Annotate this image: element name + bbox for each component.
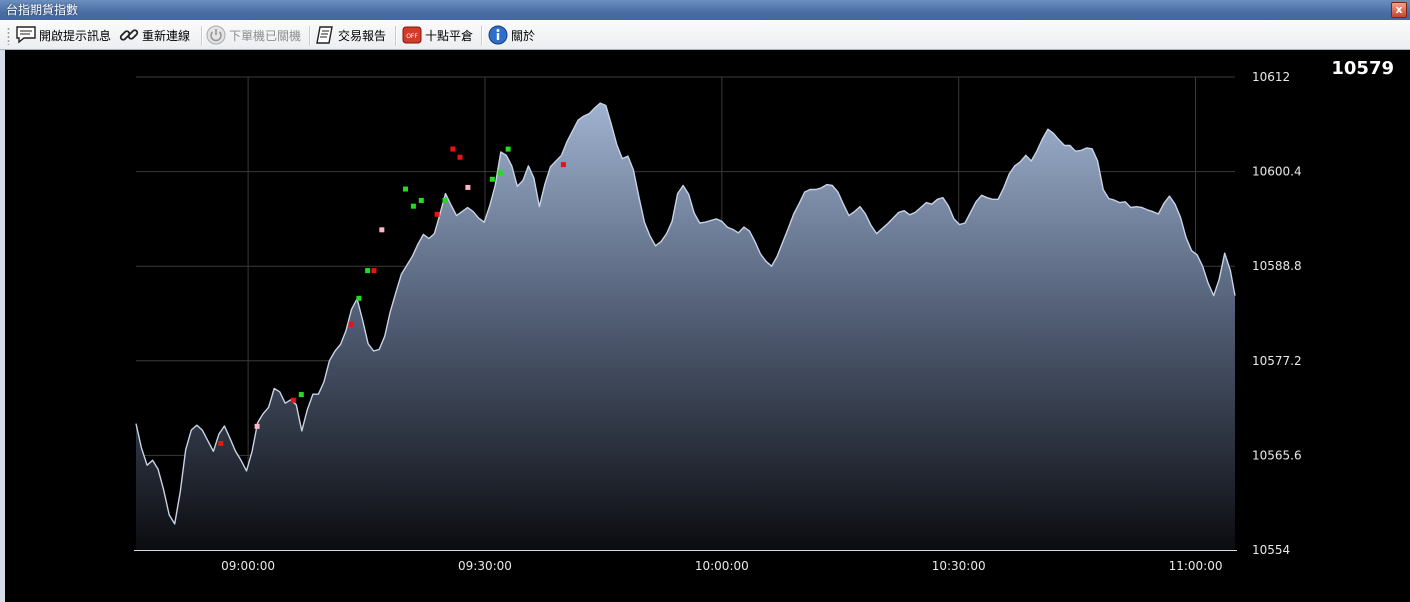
close-button[interactable]: x — [1391, 2, 1407, 18]
show-messages-label: 開啟提示訊息 — [39, 28, 112, 43]
x-tick-label: 09:00:00 — [221, 559, 275, 573]
about-button[interactable]: 關於 — [487, 23, 535, 47]
trade-marker-flat — [379, 227, 385, 233]
price-chart-area: 10554 10565.6 10577.2 10588.8 10600.4 10612 09… — [5, 50, 1410, 602]
report-icon — [314, 24, 336, 46]
y-tick-label: 10612 — [1252, 70, 1290, 84]
trade-marker-buy — [442, 197, 448, 203]
trade-marker-buy — [489, 176, 495, 182]
message-icon — [15, 24, 37, 46]
trade-marker-buy — [298, 392, 304, 398]
trade-marker-buy — [410, 203, 416, 209]
x-tick-label: 10:00:00 — [695, 559, 749, 573]
order-machine-off-button[interactable]: 下單機已關機 — [205, 23, 301, 47]
trade-marker-flat — [254, 423, 260, 429]
svg-text:OFF: OFF — [406, 33, 418, 40]
trade-marker-sell — [290, 397, 296, 403]
y-tick-label: 10565.6 — [1252, 448, 1302, 462]
trade-report-button[interactable]: 交易報告 — [314, 23, 386, 47]
x-tick-label: 11:00:00 — [1169, 559, 1223, 573]
power-icon — [205, 24, 227, 46]
trade-marker-buy — [403, 186, 409, 192]
toolbar-separator — [201, 26, 203, 46]
y-tick-label: 10554 — [1252, 543, 1290, 557]
trade-marker-buy — [365, 268, 371, 274]
toolbar-separator — [481, 26, 483, 46]
last-price: 10579 — [1331, 58, 1394, 79]
trade-marker-sell — [434, 211, 440, 217]
close-at-ten-button[interactable]: OFF 十點平倉 — [401, 23, 473, 47]
link-icon — [118, 24, 140, 46]
trade-marker-buy — [505, 146, 511, 152]
info-icon — [487, 24, 509, 46]
trade-marker-buy — [356, 295, 362, 301]
trade-marker-sell — [371, 268, 377, 274]
trade-marker-sell — [348, 321, 354, 327]
order-machine-off-label: 下單機已關機 — [229, 28, 302, 43]
trade-report-label: 交易報告 — [338, 28, 387, 43]
trade-marker-buy — [418, 197, 424, 203]
window-title: 台指期貨指數 — [6, 3, 79, 17]
trade-marker-flat — [465, 184, 471, 190]
title-bar: 台指期貨指數 x — [0, 0, 1410, 20]
trade-marker-buy — [497, 170, 503, 176]
about-label: 關於 — [511, 28, 536, 43]
close-at-ten-label: 十點平倉 — [425, 28, 474, 43]
x-tick-label: 09:30:00 — [458, 559, 512, 573]
toolbar-separator — [395, 26, 397, 46]
price-area — [136, 103, 1235, 550]
trade-marker-sell — [457, 154, 463, 160]
trade-marker-sell — [450, 146, 456, 152]
y-tick-label: 10588.8 — [1252, 259, 1302, 273]
reconnect-label: 重新連線 — [142, 28, 191, 43]
x-tick-label: 10:30:00 — [932, 559, 986, 573]
reconnect-button[interactable]: 重新連線 — [118, 23, 190, 47]
off-icon: OFF — [401, 24, 423, 46]
toolbar: 開啟提示訊息 重新連線 下單機已關機 交易報告 OFF 十點平倉 關於 — [0, 20, 1410, 50]
toolbar-separator — [309, 26, 311, 46]
y-tick-label: 10577.2 — [1252, 354, 1302, 368]
trade-marker-sell — [560, 162, 566, 168]
toolbar-grip[interactable] — [7, 27, 10, 45]
trade-marker-sell — [218, 440, 224, 446]
show-messages-button[interactable]: 開啟提示訊息 — [15, 23, 111, 47]
price-chart: 10554 10565.6 10577.2 10588.8 10600.4 10612 09… — [134, 70, 1302, 573]
y-tick-label: 10600.4 — [1252, 165, 1302, 179]
